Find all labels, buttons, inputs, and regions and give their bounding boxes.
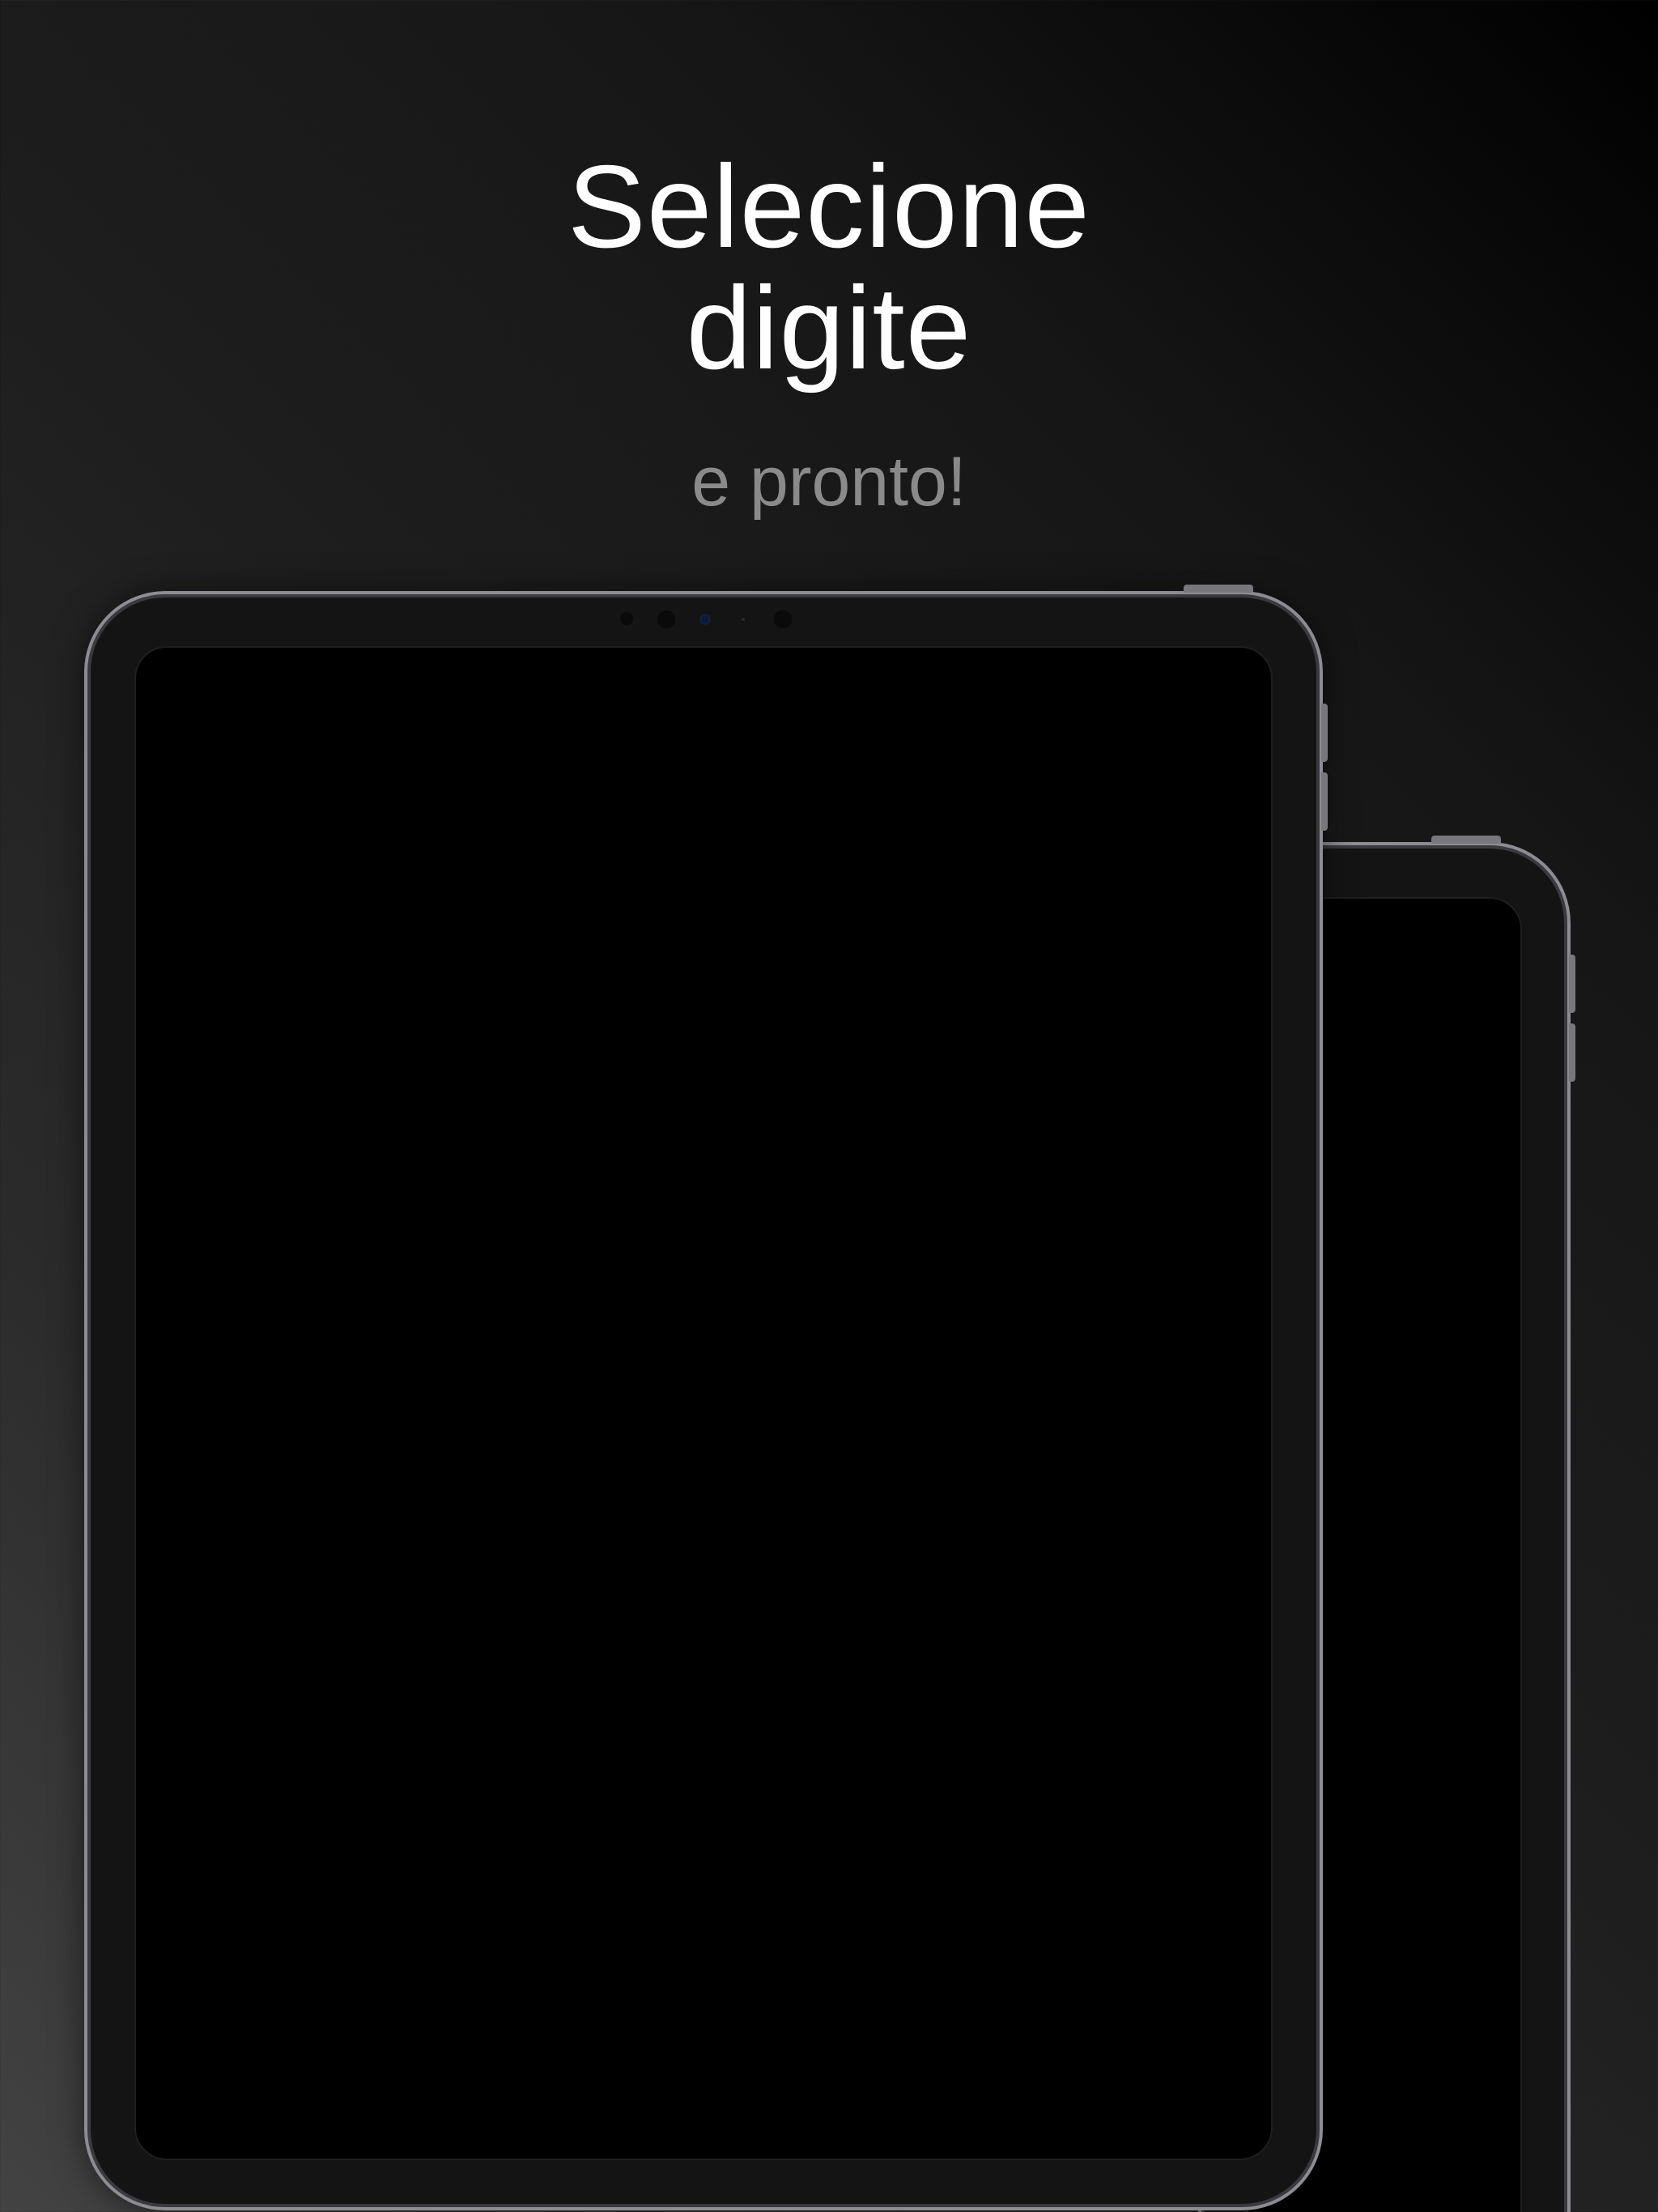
headline-line-2: digite [686,262,972,393]
front-tablet-top-button [1184,585,1253,593]
sensor-icon [656,609,677,630]
back-tablet-top-button [1431,836,1501,844]
back-tablet-volume-down [1569,1023,1575,1082]
camera-bar [87,609,1320,633]
back-tablet-volume-up [1569,955,1575,1013]
sensor-icon [742,618,745,621]
sensor-icon [772,609,793,630]
front-tablet-volume-up [1321,704,1328,762]
headline-line-1: Selecione [568,141,1090,272]
subtitle: e pronto! [691,443,967,521]
sensor-icon [619,610,635,627]
headline: Selecione digite [0,146,1658,389]
front-tablet-volume-down [1321,772,1328,831]
front-camera-icon [701,615,709,623]
front-tablet-screen [134,646,1273,2160]
front-tablet-mockup [84,585,1328,2210]
